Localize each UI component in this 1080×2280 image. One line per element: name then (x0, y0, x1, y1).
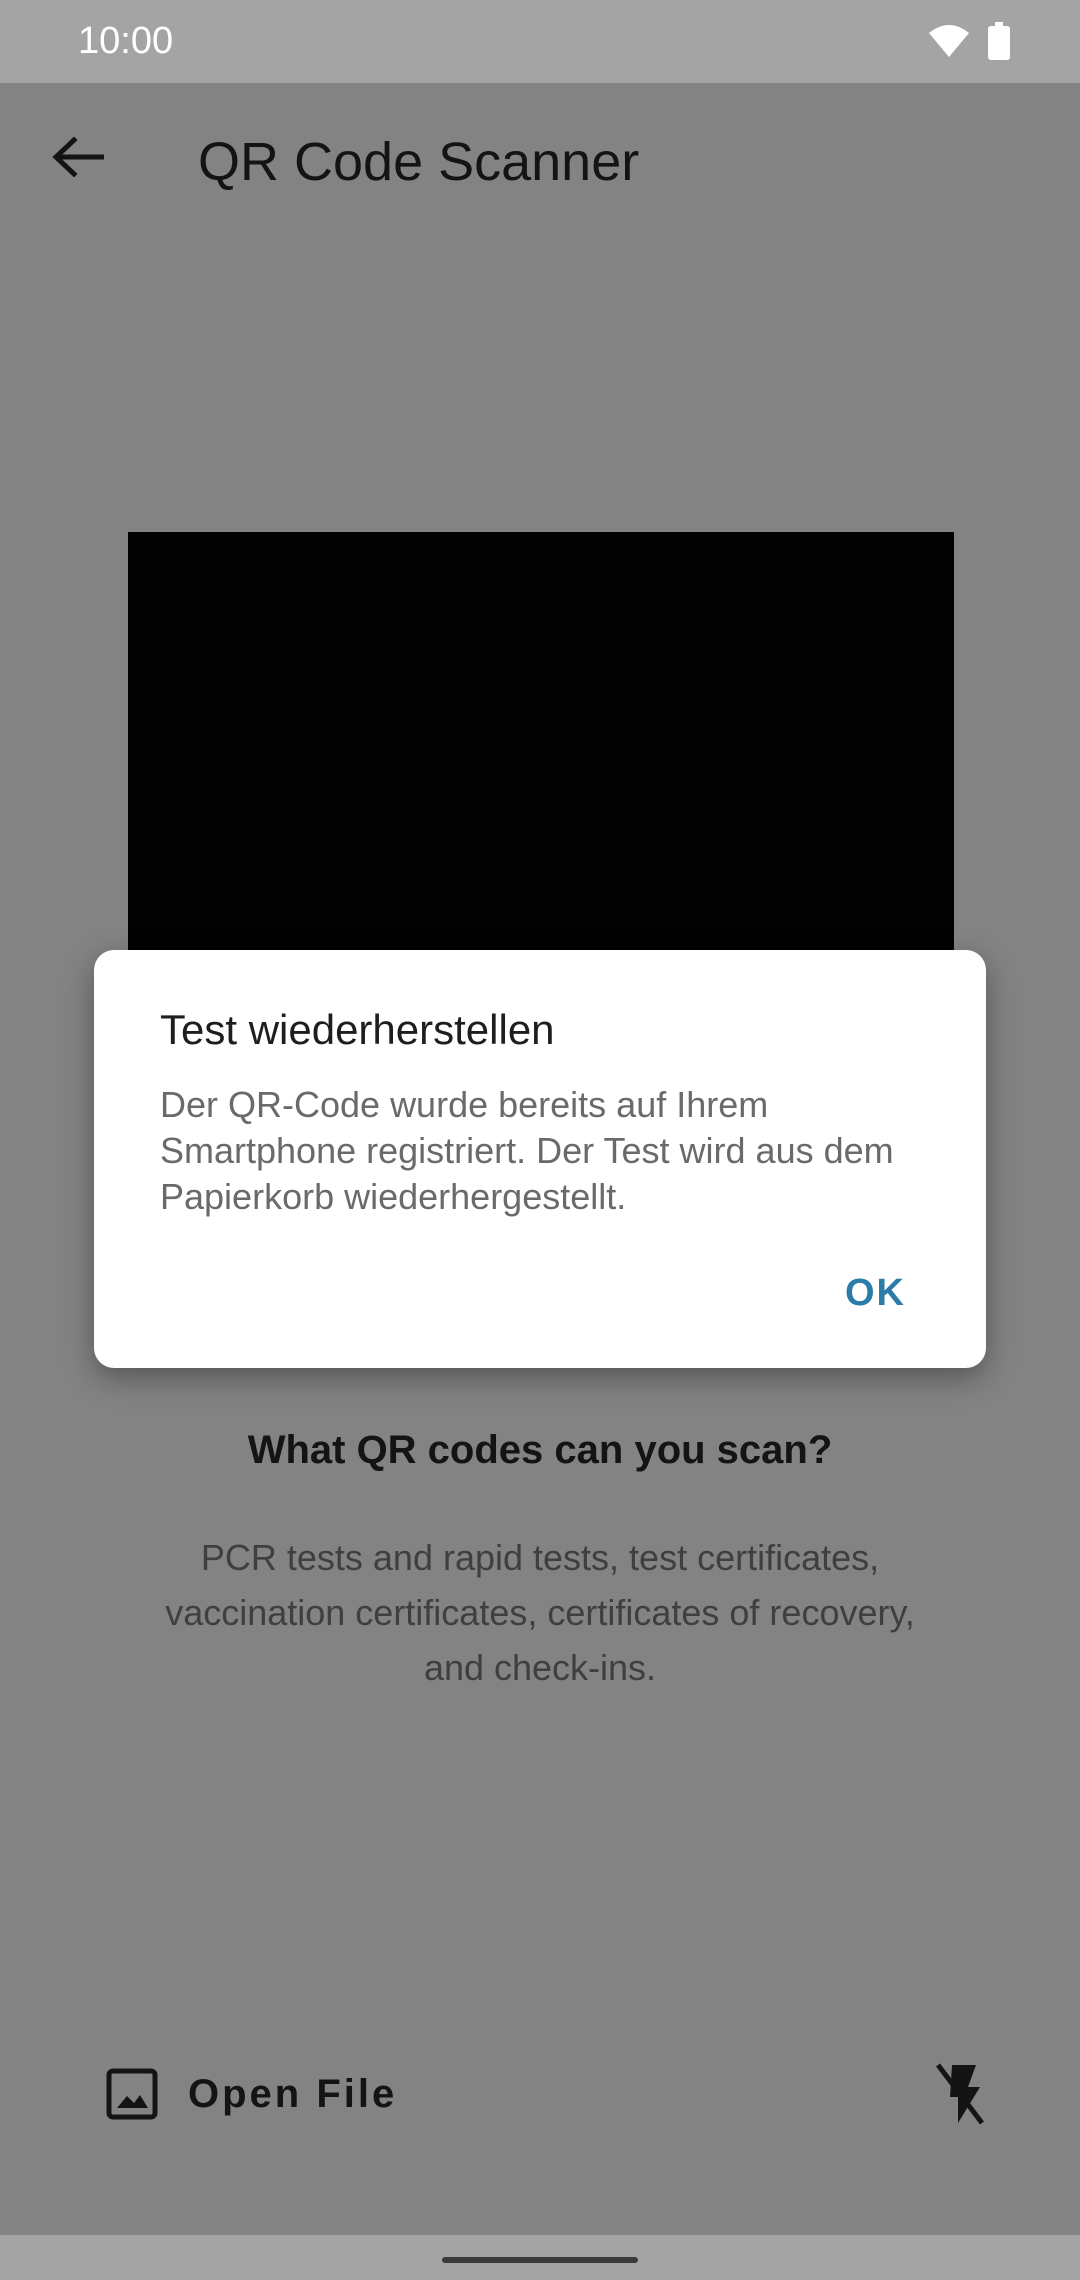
battery-icon (988, 22, 1010, 60)
status-time: 10:00 (78, 20, 174, 62)
scan-info-body: PCR tests and rapid tests, test certific… (165, 1537, 915, 1688)
scanner-bottom-bar: Open File (0, 2040, 1080, 2150)
dialog-message: Der QR-Code wurde bereits auf Ihrem Smar… (160, 1084, 894, 1217)
wifi-icon (929, 25, 969, 57)
camera-preview (128, 532, 954, 952)
arrow-back-icon (52, 137, 104, 177)
dialog-title: Test wiederherstellen (160, 1006, 555, 1053)
flash-off-icon (936, 2063, 984, 2125)
image-icon (106, 2068, 158, 2120)
scan-info-title: What QR codes can you scan? (247, 1428, 833, 1472)
back-button[interactable] (40, 119, 116, 195)
status-icons (928, 22, 1010, 60)
ok-button[interactable]: OK (845, 1272, 906, 1315)
navigation-bar (0, 2235, 1080, 2280)
open-file-label: Open File (188, 2071, 398, 2116)
restore-test-dialog: Test wiederherstellen Der QR-Code wurde … (94, 950, 986, 1368)
app-bar: QR Code Scanner (0, 83, 1080, 243)
open-file-button[interactable]: Open File (106, 2054, 397, 2134)
flash-toggle-button[interactable] (920, 2054, 1000, 2134)
page-title: QR Code Scanner (198, 132, 640, 192)
gesture-handle[interactable] (442, 2257, 638, 2263)
status-bar: 10:00 (0, 0, 1080, 83)
